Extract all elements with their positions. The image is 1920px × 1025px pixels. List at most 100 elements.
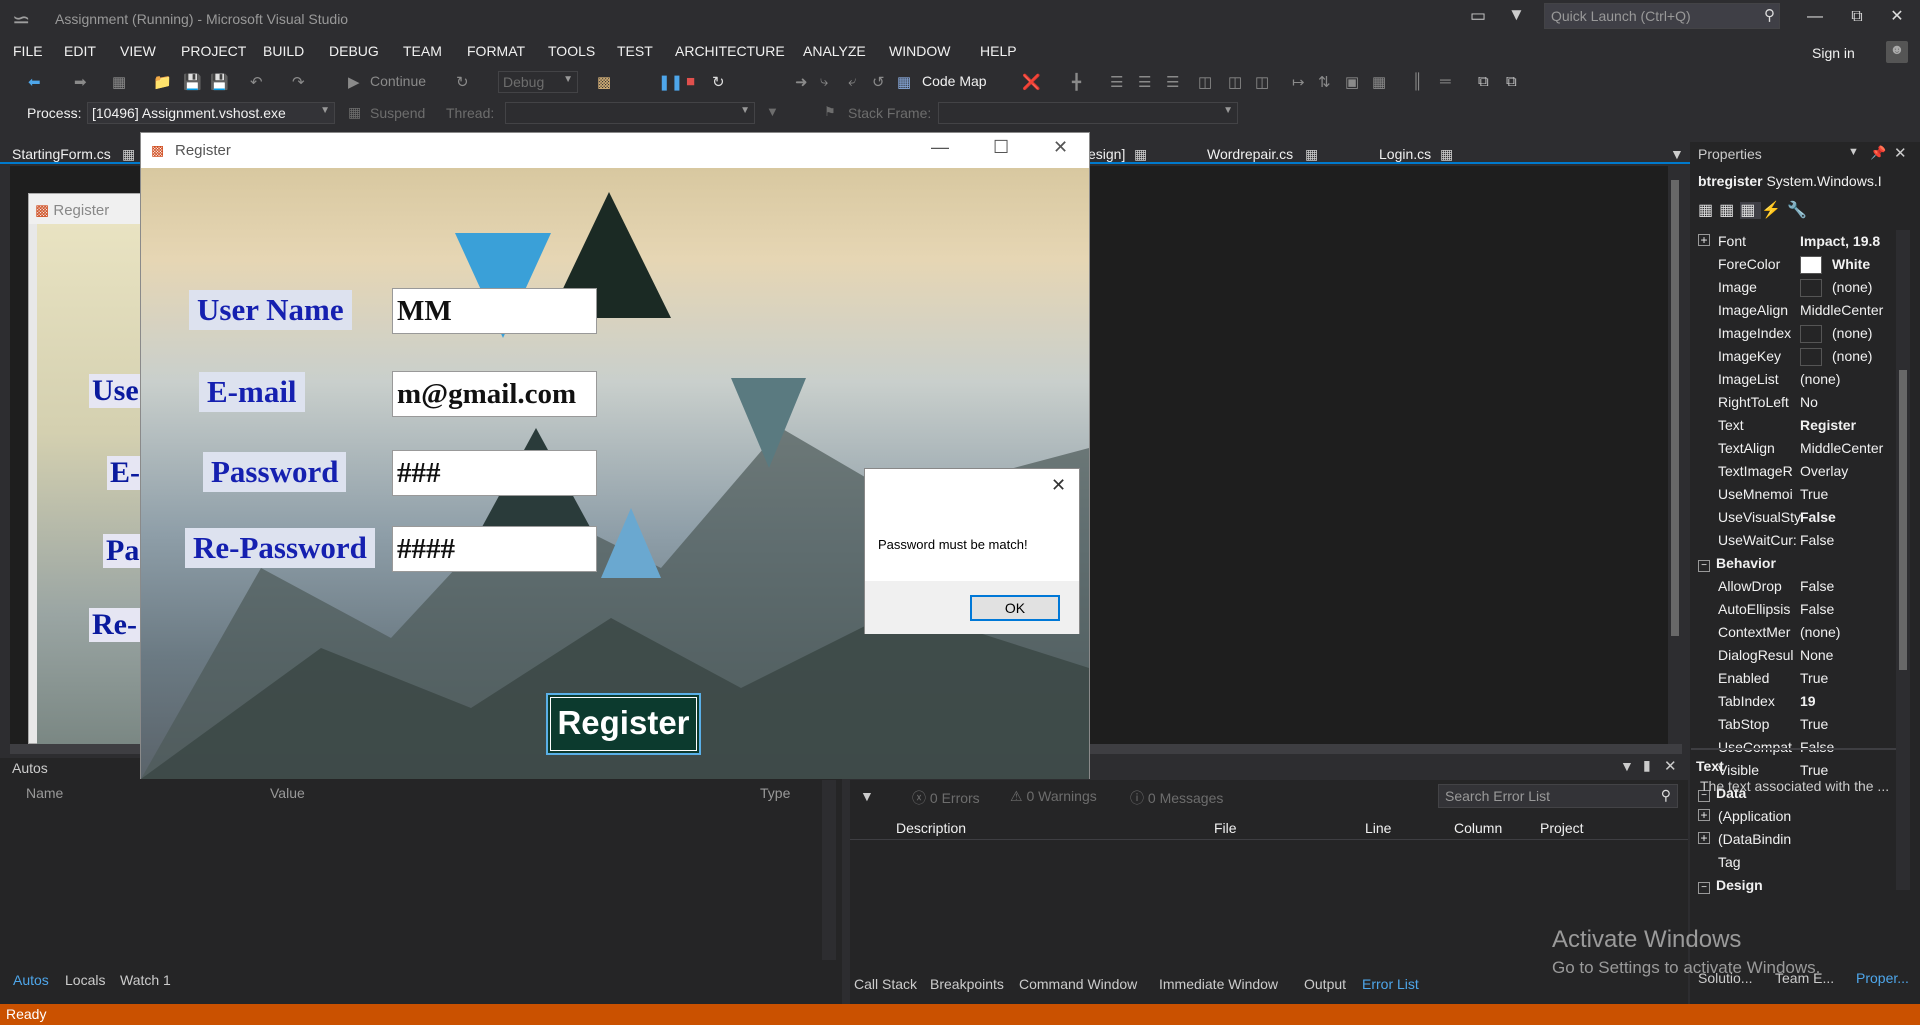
save-all-icon[interactable]: 💾 (210, 73, 229, 91)
menu-tools[interactable]: TOOLS (548, 43, 595, 59)
editor-scrollbar[interactable] (1668, 166, 1682, 744)
property-name[interactable]: TabIndex (1718, 693, 1802, 709)
pin-icon[interactable]: 📌 (1870, 145, 1886, 161)
menu-window[interactable]: WINDOW (889, 43, 950, 59)
property-name[interactable]: AllowDrop (1718, 578, 1802, 594)
column-column[interactable]: Column (1454, 820, 1502, 836)
property-category[interactable]: − Design (1698, 877, 1763, 894)
expand-icon[interactable]: + (1698, 234, 1710, 246)
same-width-icon[interactable]: ↦ (1292, 73, 1305, 91)
code-map-button[interactable]: Code Map (922, 73, 987, 89)
categorized-icon[interactable]: ▦▦▦⚡🔧 (1698, 200, 1813, 220)
property-name[interactable]: Tag (1718, 854, 1802, 870)
properties-scrollbar[interactable] (1896, 230, 1910, 890)
space-v-icon[interactable]: ═ (1440, 73, 1451, 90)
property-name[interactable]: Text (1718, 417, 1802, 433)
stack-frame-dropdown[interactable]: ▼ (938, 102, 1238, 124)
minimize-button[interactable]: — (1798, 4, 1832, 30)
same-height-icon[interactable]: ⇅ (1318, 73, 1331, 91)
forward-icon[interactable]: ➡ (74, 73, 87, 91)
continue-button[interactable]: Continue (370, 73, 426, 89)
message-box-dialog[interactable]: ✕ Password must be match! OK (864, 468, 1080, 634)
filter-icon[interactable]: ▼ (1508, 5, 1525, 25)
property-name[interactable]: ImageList (1718, 371, 1802, 387)
align-top-icon[interactable]: ◫ (1198, 73, 1212, 91)
menu-view[interactable]: VIEW (120, 43, 156, 59)
object-selector[interactable]: btregister System.Windows.I (1698, 173, 1910, 189)
process-dropdown[interactable]: [10496] Assignment.vshost.exe ▼ (87, 102, 335, 124)
collapse-icon[interactable]: − (1698, 560, 1710, 572)
scrollbar-thumb[interactable] (1899, 370, 1907, 670)
thread-dropdown[interactable]: ▼ (505, 102, 755, 124)
tab-login[interactable]: Login.cs (1379, 146, 1431, 162)
minimize-button[interactable]: — (931, 137, 949, 158)
property-name[interactable]: UseWaitCur: (1718, 532, 1802, 548)
feedback-icon[interactable]: ▭ (1470, 6, 1486, 26)
panel-chevron-down-icon[interactable]: ▼ (1620, 758, 1634, 774)
scrollbar-thumb[interactable] (1671, 180, 1679, 636)
tab-output[interactable]: Output (1304, 976, 1346, 992)
step-out-icon[interactable]: ⤶ (848, 73, 856, 90)
property-name[interactable]: ForeColor (1718, 256, 1802, 272)
close-button[interactable]: ✕ (1053, 137, 1068, 158)
save-icon[interactable]: 💾 (183, 73, 202, 91)
property-name[interactable]: TabStop (1718, 716, 1802, 732)
property-value[interactable]: False (1800, 509, 1900, 525)
property-name[interactable]: RightToLeft (1718, 394, 1802, 410)
pin-icon[interactable]: ▦ (1305, 146, 1318, 163)
close-icon[interactable]: ✕ (1894, 144, 1907, 162)
stop-icon[interactable]: ■ (686, 73, 695, 90)
grid-icon[interactable]: ▦ (1372, 73, 1386, 91)
property-value[interactable]: True (1800, 716, 1900, 732)
property-value[interactable]: Register (1800, 417, 1900, 433)
property-value[interactable]: MiddleCenter (1800, 440, 1900, 456)
panel-close-icon[interactable]: ✕ (1664, 757, 1677, 775)
new-project-icon[interactable]: ▦ (112, 73, 126, 91)
property-value[interactable]: False (1800, 578, 1900, 594)
tab-breakpoints[interactable]: Breakpoints (930, 976, 1004, 992)
back-icon[interactable]: ⬅ (28, 73, 41, 91)
step-over-icon[interactable]: ➜ (795, 73, 808, 91)
property-name[interactable]: ImageAlign (1718, 302, 1802, 318)
undo-icon[interactable]: ↶ (250, 73, 263, 91)
column-line[interactable]: Line (1365, 820, 1391, 836)
column-name[interactable]: Name (26, 785, 63, 801)
chevron-down-icon[interactable]: ▼ (1848, 146, 1859, 158)
continue-icon[interactable]: ▶ (348, 73, 360, 91)
property-category[interactable]: − Behavior (1698, 555, 1776, 572)
tab-wordrepair[interactable]: Wordrepair.cs (1207, 146, 1293, 162)
same-size-icon[interactable]: ▣ (1345, 73, 1359, 91)
column-value[interactable]: Value (270, 785, 305, 801)
flag-icon[interactable]: ⚑ (824, 104, 836, 120)
tab-call-stack[interactable]: Call Stack (854, 976, 917, 992)
filter-icon[interactable]: ▼ (860, 788, 874, 804)
align-right-icon[interactable]: ☰ (1166, 73, 1179, 91)
username-field[interactable]: MM (392, 288, 597, 334)
menu-help[interactable]: HELP (980, 43, 1017, 59)
property-value[interactable]: Overlay (1800, 463, 1900, 479)
close-button[interactable]: ✕ (1880, 4, 1914, 30)
property-value[interactable]: True (1800, 670, 1900, 686)
property-name[interactable]: ImageIndex (1718, 325, 1802, 341)
tab-watch-1[interactable]: Watch 1 (120, 972, 171, 988)
bring-front-icon[interactable]: ⧉ (1478, 73, 1489, 90)
panel-pin-icon[interactable]: ▮ (1643, 757, 1651, 774)
property-value[interactable]: None (1800, 647, 1900, 663)
menu-file[interactable]: FILE (13, 43, 43, 59)
column-file[interactable]: File (1214, 820, 1237, 836)
tab-locals[interactable]: Locals (65, 972, 105, 988)
property-value[interactable]: 19 (1800, 693, 1900, 709)
tab-autos[interactable]: Autos (13, 972, 49, 988)
property-name[interactable]: UseCompat (1718, 739, 1802, 755)
property-name[interactable]: ImageKey (1718, 348, 1802, 364)
ok-button[interactable]: OK (970, 595, 1060, 621)
tools-icon[interactable]: ❌ (1022, 73, 1041, 91)
process-icon[interactable]: ▩ (597, 73, 611, 91)
register-button[interactable]: Register (546, 693, 701, 755)
menu-architecture[interactable]: ARCHITECTURE (675, 43, 785, 59)
tab-overflow-icon[interactable]: ▼ (1670, 146, 1684, 162)
property-name[interactable]: ContextMer (1718, 624, 1802, 640)
menu-test[interactable]: TEST (617, 43, 653, 59)
step-into-icon[interactable]: ⤷ (820, 73, 828, 90)
property-name[interactable]: AutoEllipsis (1718, 601, 1802, 617)
